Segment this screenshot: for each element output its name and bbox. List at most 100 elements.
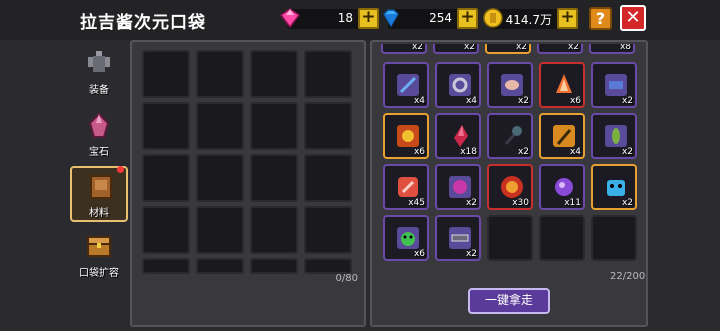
add-diamonds-button[interactable]: +: [457, 8, 478, 29]
item-quantity: x18: [460, 147, 477, 157]
storage-slot[interactable]: [250, 258, 298, 274]
item-slot[interactable]: x6: [383, 215, 429, 261]
pink-gem-icon: [279, 8, 301, 29]
close-button[interactable]: ✕: [620, 5, 646, 31]
blue-creature-icon: [607, 180, 625, 196]
coin-counter: 414.7万 +: [483, 8, 578, 29]
sidebar-item-expand[interactable]: 口袋扩容: [70, 228, 128, 284]
item-slot[interactable]: x2: [381, 44, 427, 54]
item-slot[interactable]: x6: [383, 113, 429, 159]
pickaxe-icon: [553, 125, 575, 147]
storage-slot[interactable]: [250, 102, 298, 150]
storage-slot[interactable]: [304, 206, 352, 254]
gem-counter: 18 +: [279, 8, 379, 29]
storage-panel: 0/80: [130, 40, 366, 327]
item-slot[interactable]: x11: [539, 164, 585, 210]
diamond-counter: 254 +: [383, 8, 478, 29]
item-quantity: x2: [411, 44, 423, 52]
book-icon: [90, 175, 112, 199]
storage-slot[interactable]: [196, 258, 244, 274]
sidebar-item-label: 装备: [89, 85, 109, 96]
blue-scroll-icon: [605, 74, 627, 96]
notification-dot: [117, 166, 124, 173]
item-slot[interactable]: x2: [591, 62, 637, 108]
storage-slot[interactable]: [142, 206, 190, 254]
item-quantity: x30: [512, 198, 529, 208]
item-slot[interactable]: [487, 215, 533, 261]
item-slot[interactable]: x2: [487, 113, 533, 159]
storage-slot[interactable]: [196, 154, 244, 202]
storage-capacity: 0/80: [335, 273, 358, 284]
item-slot[interactable]: x2: [435, 215, 481, 261]
storage-slot[interactable]: [196, 102, 244, 150]
item-slot[interactable]: x2: [591, 164, 637, 210]
item-slot[interactable]: x45: [383, 164, 429, 210]
item-quantity: x6: [413, 147, 425, 157]
storage-slot[interactable]: [250, 154, 298, 202]
item-quantity: x2: [567, 44, 579, 52]
storage-slot[interactable]: [250, 50, 298, 98]
sidebar-item-equipment[interactable]: 装备: [70, 45, 128, 101]
sidebar-item-gems[interactable]: 宝石: [70, 107, 128, 163]
item-slot[interactable]: x4: [435, 62, 481, 108]
sidebar-item-label: 口袋扩容: [79, 268, 119, 279]
item-slot[interactable]: [539, 215, 585, 261]
item-quantity: x2: [463, 44, 475, 52]
item-quantity: x4: [465, 96, 477, 106]
red-potion-icon: [398, 177, 418, 197]
add-gems-button[interactable]: +: [358, 8, 379, 29]
storage-slot[interactable]: [304, 50, 352, 98]
swirl-rune-icon: [449, 74, 471, 96]
red-shard-icon: [454, 125, 468, 147]
item-slot[interactable]: x2: [591, 113, 637, 159]
gold-coin-icon: [483, 8, 503, 28]
storage-slot[interactable]: [142, 102, 190, 150]
item-quantity: x2: [621, 198, 633, 208]
storage-slot[interactable]: [142, 154, 190, 202]
fire-crystal-icon: [556, 74, 572, 93]
pocket-capacity: 22/200: [610, 271, 646, 282]
blue-wand-icon: [397, 74, 419, 96]
storage-slot[interactable]: [304, 258, 352, 274]
partial-row: x2 x2 x2 x2 x8: [381, 44, 639, 56]
item-slot[interactable]: x8: [589, 44, 635, 54]
chain-icon: [449, 227, 471, 249]
item-slot[interactable]: x6: [539, 62, 585, 108]
item-quantity: x45: [408, 198, 425, 208]
storage-slot[interactable]: [304, 102, 352, 150]
storage-slot[interactable]: [304, 154, 352, 202]
item-quantity: x2: [517, 96, 529, 106]
item-slot[interactable]: x2: [485, 44, 531, 54]
item-quantity: x2: [517, 147, 529, 157]
sidebar-item-label: 宝石: [89, 147, 109, 158]
cloth-icon: [501, 74, 523, 96]
item-quantity: x8: [619, 44, 631, 52]
item-slot[interactable]: x4: [539, 113, 585, 159]
storage-slot[interactable]: [142, 258, 190, 274]
armor-icon: [88, 51, 110, 74]
item-quantity: x4: [569, 147, 581, 157]
storage-slot[interactable]: [196, 206, 244, 254]
item-slot[interactable]: x4: [383, 62, 429, 108]
sun-emblem-icon: [397, 125, 419, 147]
item-slot[interactable]: x2: [487, 62, 533, 108]
dark-axe-icon: [504, 126, 522, 145]
item-slot[interactable]: x2: [435, 164, 481, 210]
item-slot[interactable]: x2: [537, 44, 583, 54]
sidebar-item-materials[interactable]: 材料: [70, 166, 128, 222]
storage-slot[interactable]: [250, 206, 298, 254]
collect-all-button[interactable]: 一键拿走: [468, 288, 550, 314]
item-quantity: x2: [621, 147, 633, 157]
add-coins-button[interactable]: +: [557, 8, 578, 29]
fire-emblem-icon: [501, 176, 523, 198]
item-slot[interactable]: x30: [487, 164, 533, 210]
item-slot[interactable]: x18: [435, 113, 481, 159]
item-slot[interactable]: x2: [433, 44, 479, 54]
item-quantity: x2: [515, 44, 527, 52]
help-button[interactable]: ?: [589, 7, 612, 30]
item-quantity: x6: [413, 249, 425, 259]
storage-slot[interactable]: [196, 50, 244, 98]
diamond-count: 254: [429, 11, 452, 25]
storage-slot[interactable]: [142, 50, 190, 98]
item-slot[interactable]: [591, 215, 637, 261]
